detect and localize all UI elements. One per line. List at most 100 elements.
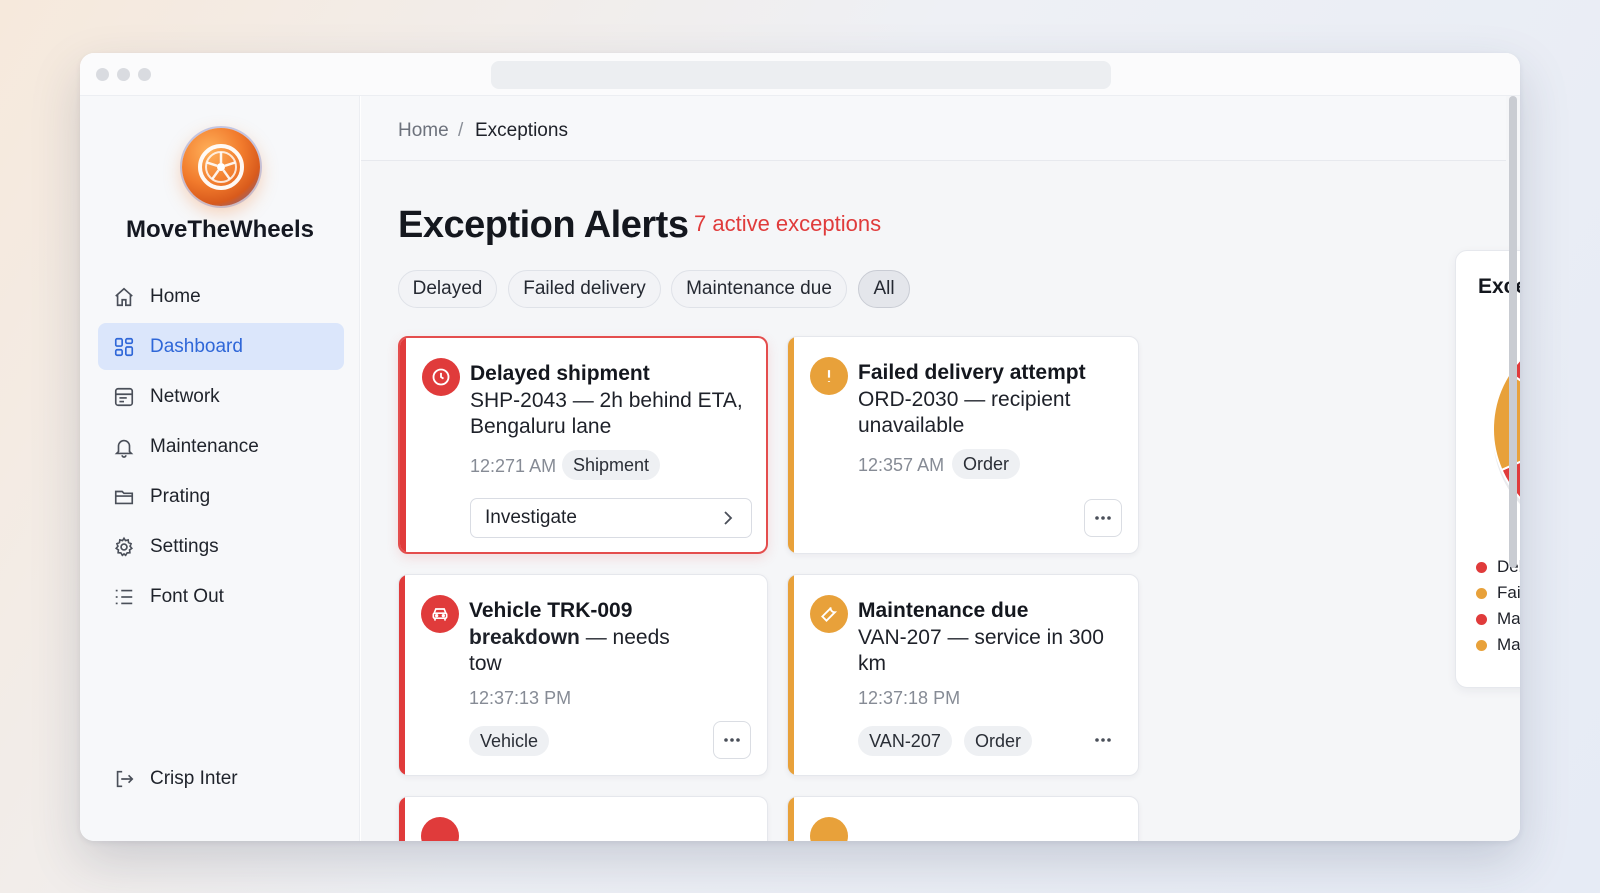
legend-row: Maintenance due 1 <box>1476 607 1520 631</box>
car-icon <box>421 817 459 841</box>
card-time: 12:271 AM <box>470 456 557 476</box>
card-description-line-2: tow <box>469 652 502 675</box>
app-window: MoveTheWheels Home Dashboard Network Mai… <box>80 53 1520 841</box>
alert-icon <box>810 357 848 395</box>
card-description-line-1: ORD-2030 — recipient <box>858 388 1071 411</box>
wrench-icon <box>810 595 848 633</box>
breadcrumb: Home / Exceptions <box>361 96 1506 161</box>
sidebar-item-settings[interactable]: Settings <box>98 523 344 570</box>
exception-card-vehicle-breakdown[interactable]: Vehicle TRK-009 breakdown — needs tow 12… <box>398 574 768 776</box>
active-exceptions-count: 7 active exceptions <box>694 211 882 236</box>
legend-dot <box>1476 561 1487 573</box>
legend-name: Maintenance due <box>1497 609 1520 628</box>
scrollbar[interactable] <box>1509 96 1517 568</box>
address-bar[interactable] <box>491 61 1111 89</box>
card-description-line-2: km <box>858 652 886 675</box>
sidebar-item-home[interactable]: Home <box>98 273 344 320</box>
card-accent <box>788 575 794 775</box>
sidebar-item-network[interactable]: Network <box>98 373 344 420</box>
filter-failed-delivery[interactable]: Failed delivery <box>508 270 661 308</box>
window-maximize-dot[interactable] <box>138 68 151 81</box>
card-accent <box>399 797 405 841</box>
breadcrumb-home[interactable]: Home <box>398 120 449 142</box>
breadcrumb-separator: / <box>458 120 464 141</box>
card-title-suffix: — needs <box>579 626 670 649</box>
legend-row: Maintenance due 2 <box>1476 633 1520 657</box>
page-title: Exception Alerts <box>398 204 689 246</box>
card-title-line-1: Vehicle TRK-009 <box>469 599 633 622</box>
sidebar-item-label: Dashboard <box>150 335 243 357</box>
investigate-label: Investigate <box>485 507 577 528</box>
card-accent <box>400 338 406 552</box>
investigate-button[interactable]: Investigate <box>470 498 752 538</box>
filter-all[interactable]: All <box>858 270 910 308</box>
sidebar-item-label: Settings <box>150 535 219 557</box>
bell-icon <box>112 435 136 459</box>
legend-dot <box>1476 639 1487 651</box>
exception-card-delayed-shipment[interactable]: Delayed shipment SHP-2043 — 2h behind ET… <box>398 336 768 554</box>
main-content: Home / Exceptions Exception Alerts 7 act… <box>361 96 1520 841</box>
dashboard-grid-icon <box>112 335 136 359</box>
tag-order: Order <box>964 726 1032 756</box>
folder-icon <box>112 485 136 509</box>
filter-maintenance-due[interactable]: Maintenance due <box>671 270 847 308</box>
card-title: Failed delivery attempt <box>858 361 1086 384</box>
window-minimize-dot[interactable] <box>117 68 130 81</box>
tag-van-207: VAN-207 <box>858 726 952 756</box>
sidebar-item-maintenance[interactable]: Maintenance <box>98 423 344 470</box>
card-accent <box>788 797 794 841</box>
sidebar-item-dashboard[interactable]: Dashboard <box>98 323 344 370</box>
more-options-button[interactable] <box>1084 499 1122 537</box>
filter-delayed[interactable]: Delayed <box>398 270 497 308</box>
card-description-line-1: VAN-207 — service in 300 <box>858 626 1104 649</box>
card-title: Maintenance due <box>858 599 1029 622</box>
exception-card-failed-delivery[interactable]: Failed delivery attempt ORD-2030 — recip… <box>787 336 1139 554</box>
logout-icon <box>112 767 136 791</box>
more-options-button[interactable] <box>713 721 751 759</box>
more-options-button[interactable] <box>1088 725 1118 755</box>
exception-card-vehicle-partial[interactable] <box>398 796 768 841</box>
more-dots-icon <box>1095 516 1111 520</box>
sidebar-footer-label: Crisp Inter <box>150 767 238 789</box>
card-description-line-2: Bengaluru lane <box>470 415 612 438</box>
card-title: Delayed shipment <box>470 362 650 385</box>
sidebar-item-label: Network <box>150 385 220 407</box>
legend-dot <box>1476 613 1487 625</box>
more-dots-icon <box>1095 738 1111 742</box>
card-accent <box>788 337 794 553</box>
tag-order: Order <box>952 449 1020 479</box>
network-icon <box>112 385 136 409</box>
sidebar-item-prating[interactable]: Prating <box>98 473 344 520</box>
card-title-bold: breakdown <box>469 626 580 649</box>
breadcrumb-current: Exceptions <box>475 120 568 141</box>
wheel-icon <box>182 128 260 206</box>
exception-card-maintenance-due[interactable]: Maintenance due VAN-207 — service in 300… <box>787 574 1139 776</box>
card-time: 12:357 AM <box>858 455 945 475</box>
card-time: 12:37:18 PM <box>858 688 961 708</box>
legend-dot <box>1476 587 1487 599</box>
car-icon <box>421 595 459 633</box>
chevron-right-icon <box>719 508 737 534</box>
legend-name: Failed delivery attempt <box>1497 583 1520 602</box>
clock-icon <box>422 358 460 396</box>
card-description-line-1: SHP-2043 — 2h behind ETA, <box>470 389 743 412</box>
card-time: 12:37:13 PM <box>469 688 572 708</box>
card-accent <box>399 575 405 775</box>
sidebar-item-label: Home <box>150 285 201 307</box>
sidebar-item-label: Maintenance <box>150 435 259 457</box>
card-description-line-2: unavailable <box>858 414 965 437</box>
sidebar-item-font-out[interactable]: Font Out <box>98 573 344 620</box>
home-icon <box>112 285 136 309</box>
window-close-dot[interactable] <box>96 68 109 81</box>
title-bar <box>80 53 1520 96</box>
sidebar-footer-crisp-inter[interactable]: Crisp Inter <box>98 755 344 802</box>
tag-shipment: Shipment <box>562 450 660 480</box>
sidebar-item-label: Prating <box>150 485 211 507</box>
wrench-icon <box>810 817 848 841</box>
sidebar: MoveTheWheels Home Dashboard Network Mai… <box>80 96 360 841</box>
exception-card-maintenance-partial[interactable] <box>787 796 1139 841</box>
legend-name: Maintenance due <box>1497 635 1520 654</box>
sidebar-item-label: Font Out <box>150 585 224 607</box>
legend-row: Failed delivery attempt 3 <box>1476 581 1520 605</box>
more-dots-icon <box>724 738 740 742</box>
